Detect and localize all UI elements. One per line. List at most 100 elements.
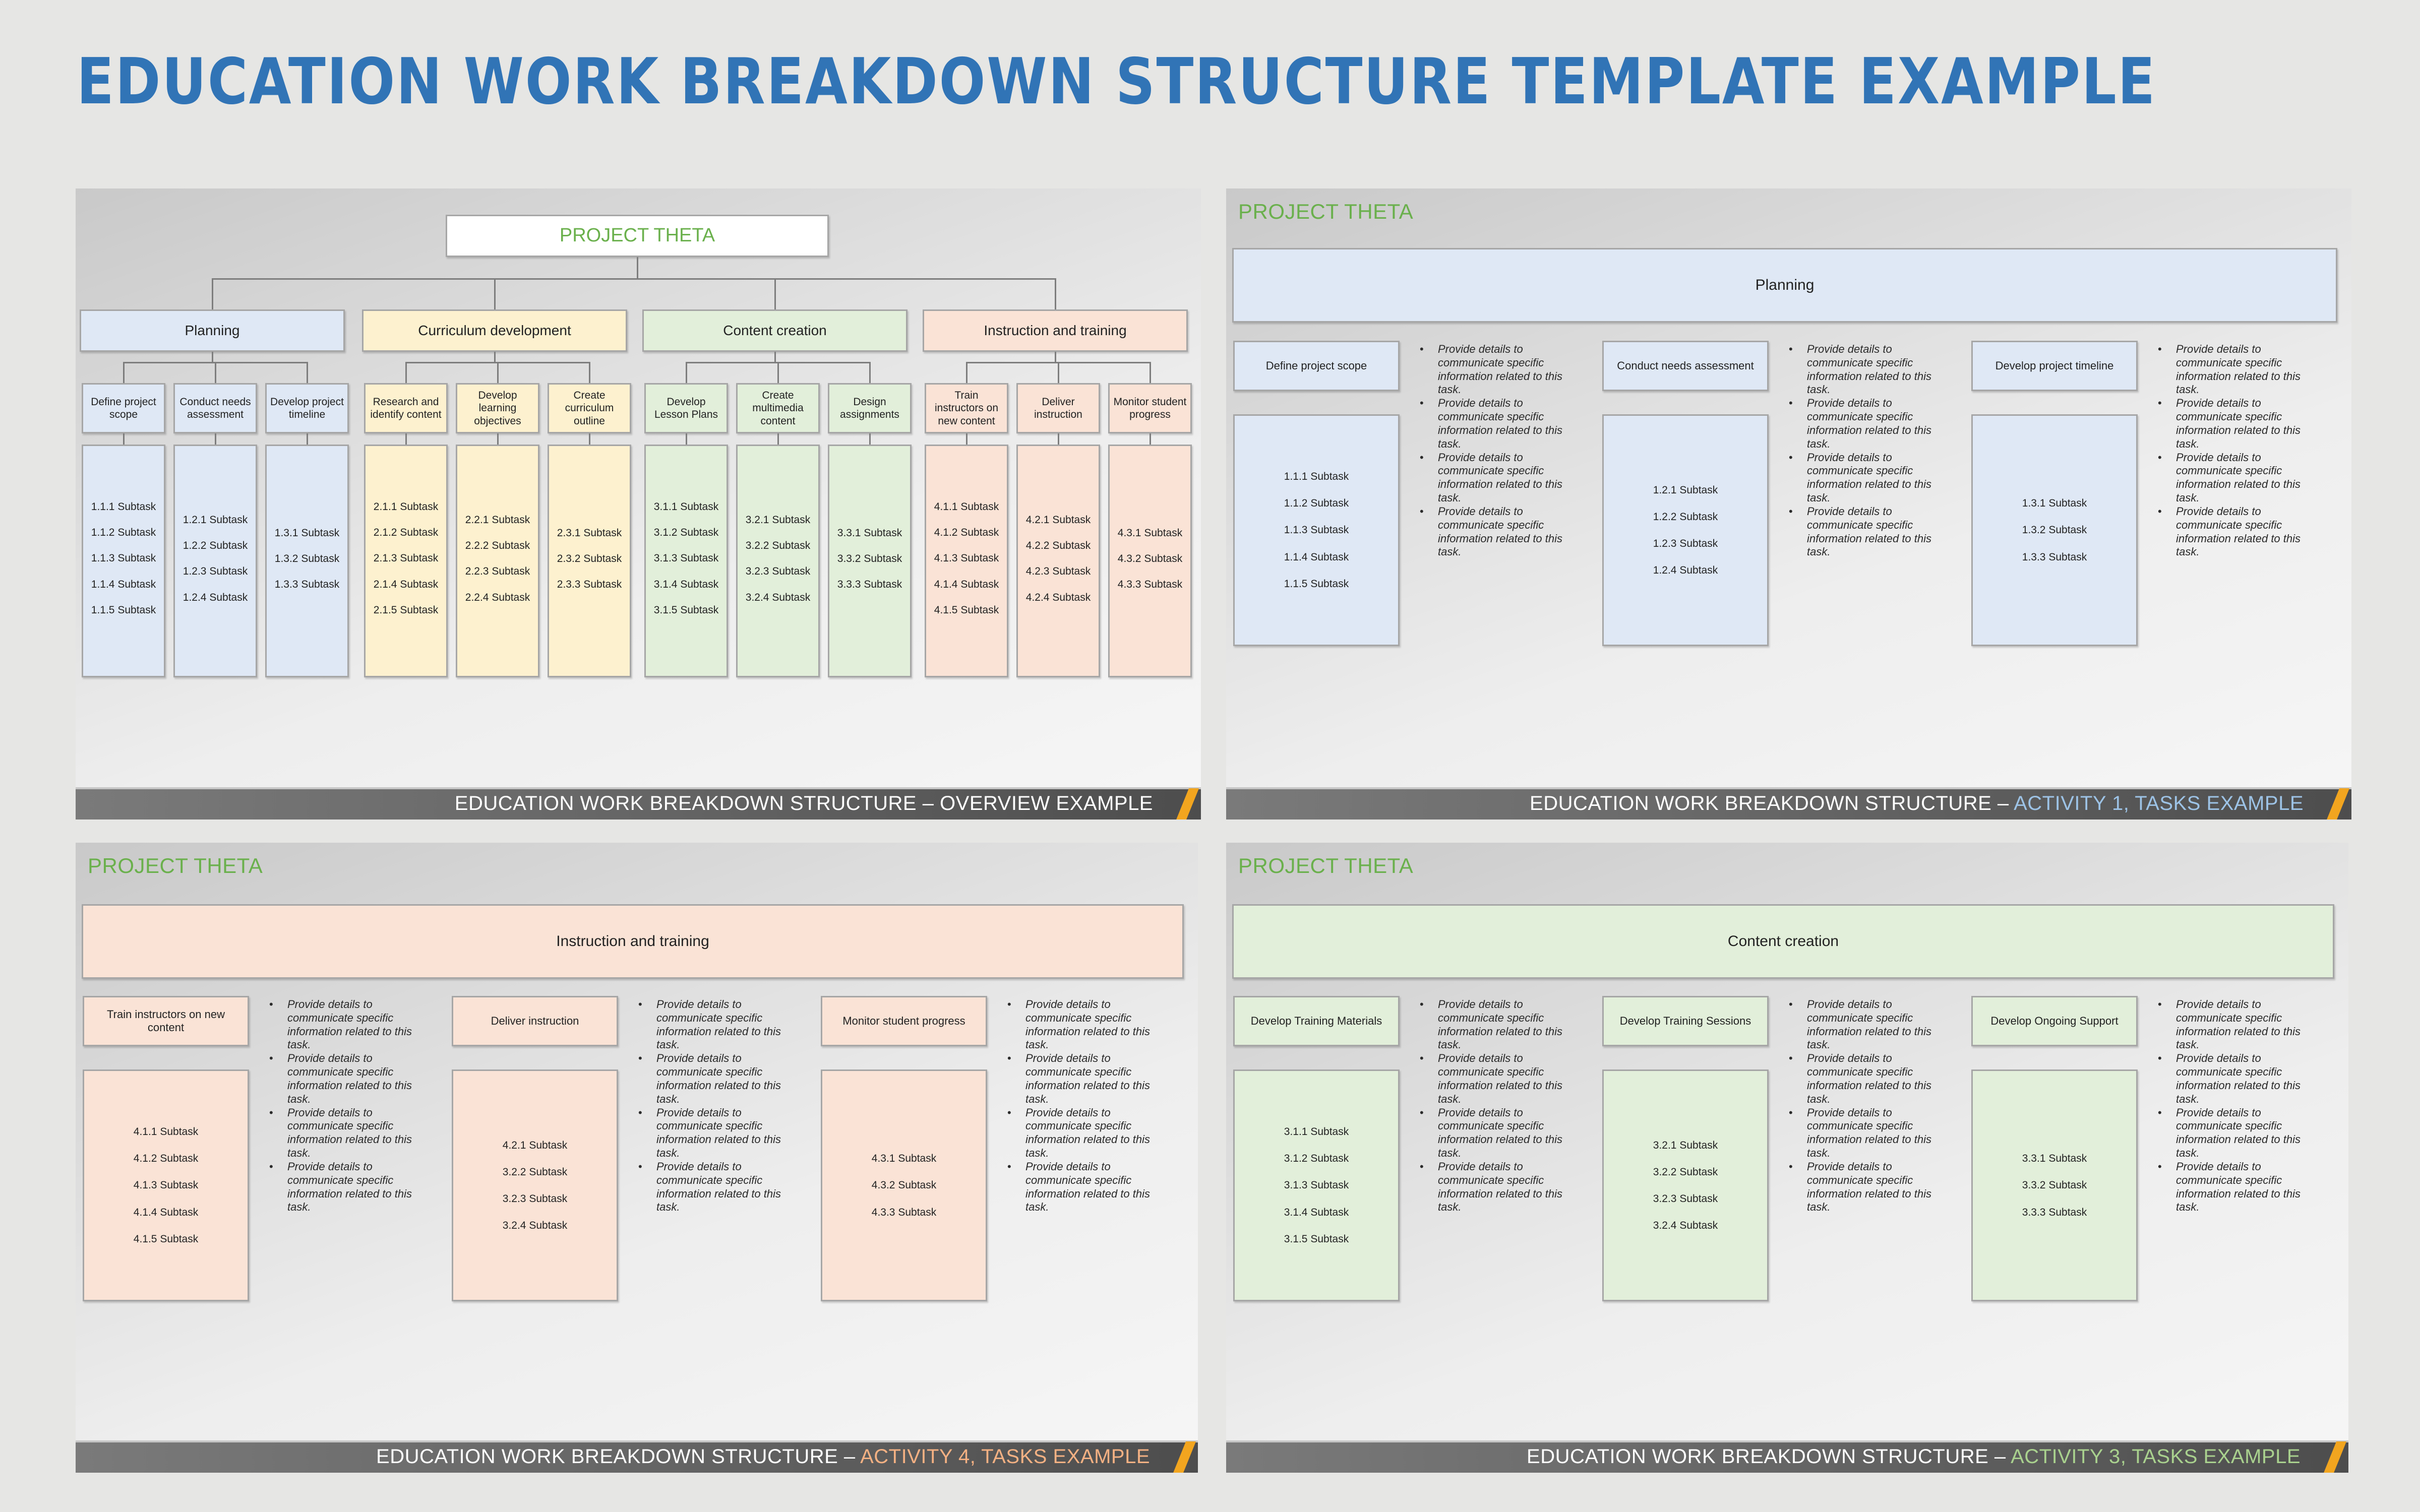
subtask-list: 4.2.1 Subtask 3.2.2 Subtask 3.2.3 Subtask 3… (503, 1139, 567, 1232)
connector-line (1150, 433, 1151, 445)
subtask-list: 3.1.1 Subtask 3.1.2 Subtask 3.1.3 Subtask 3… (654, 500, 718, 616)
note-bullet: Provide details to communicate specific … (1006, 998, 1158, 1052)
subtask-item: 3.1.2 Subtask (653, 527, 719, 539)
note-bullet: Provide details to communicate specific … (1788, 451, 1939, 505)
connector-line (212, 278, 213, 309)
connector-line (777, 433, 779, 445)
footer-prefix: EDUCATION WORK BREAKDOWN STRUCTURE – (1530, 792, 2014, 814)
overview-slide: PROJECT THETA EDUCATION WORK BREAKDOWN S… (76, 188, 1201, 820)
subtask-item: 4.1.1 Subtask (934, 501, 999, 513)
activity-box: Planning (80, 309, 345, 352)
subtask-item: 3.1.4 Subtask (1284, 1206, 1349, 1218)
note-bullet: Provide details to communicate specific … (268, 1052, 419, 1106)
task-box: Design assignments (828, 383, 912, 433)
subtask-item: 4.1.2 Subtask (934, 527, 999, 539)
subtask-item: 1.3.1 Subtask (274, 527, 340, 539)
subtask-box: 1.1.1 Subtask 1.1.2 Subtask 1.1.3 Subtask 1… (1233, 414, 1400, 646)
task-box: Develop project timeline (265, 383, 349, 433)
footer-highlight: ACTIVITY 1, TASKS EXAMPLE (2014, 792, 2304, 814)
subtask-item: 2.2.1 Subtask (465, 514, 530, 526)
connector-line (869, 362, 871, 383)
connector-line (215, 362, 216, 383)
activity-box: Instruction and training (923, 309, 1188, 352)
subtask-item: 2.3.3 Subtask (557, 579, 622, 591)
note-bullet: Provide details to communicate specific … (2157, 505, 2308, 559)
note-bullet: Provide details to communicate specific … (2157, 397, 2308, 451)
note-bullet: Provide details to communicate specific … (2157, 343, 2308, 397)
note-bullet: Provide details to communicate specific … (1419, 343, 1570, 397)
subtask-item: 1.1.2 Subtask (91, 527, 156, 539)
subtask-list: 4.1.1 Subtask 4.1.2 Subtask 4.1.3 Subtask 4… (134, 1125, 198, 1245)
subtask-box: 1.2.1 Subtask 1.2.2 Subtask 1.2.3 Subtask 1… (1602, 414, 1769, 646)
connector-line (774, 278, 776, 309)
connector-line (1055, 352, 1056, 362)
subtask-item: 1.1.1 Subtask (1284, 471, 1349, 483)
connector-line (215, 433, 216, 445)
footer-prefix: EDUCATION WORK BREAKDOWN STRUCTURE – (376, 1445, 861, 1468)
subtask-item: 4.1.5 Subtask (934, 604, 999, 616)
accent-stripe (2322, 1441, 2347, 1473)
subtask-item: 3.3.1 Subtask (2022, 1153, 2087, 1165)
subtask-item: 2.1.3 Subtask (373, 552, 439, 564)
subtask-item: 3.2.2 Subtask (1653, 1166, 1718, 1178)
footer-highlight: ACTIVITY 3, TASKS EXAMPLE (2011, 1445, 2301, 1468)
note-bullet: Provide details to communicate specific … (1788, 1052, 1939, 1106)
subtask-item: 1.1.5 Subtask (91, 604, 156, 616)
note-bullet: Provide details to communicate specific … (1788, 1106, 1939, 1160)
note-bullet: Provide details to communicate specific … (637, 1106, 789, 1160)
project-root-box: PROJECT THETA (446, 215, 829, 257)
subtask-item: 4.2.2 Subtask (1025, 540, 1091, 552)
task-box: Monitor student progress (1108, 383, 1192, 433)
note-bullet: Provide details to communicate specific … (1006, 1160, 1158, 1214)
subtask-list: 1.1.1 Subtask 1.1.2 Subtask 1.1.3 Subtask 1… (91, 500, 156, 616)
activity-4-slide: PROJECT THETA Instruction and training Tra… (76, 843, 1198, 1473)
subtask-item: 1.2.4 Subtask (183, 591, 248, 603)
subtask-item: 3.2.4 Subtask (745, 591, 811, 603)
task-box: Define project scope (82, 383, 165, 433)
subtask-item: 1.2.2 Subtask (1653, 511, 1718, 523)
subtask-item: 3.3.3 Subtask (2022, 1206, 2087, 1218)
subtask-item: 4.1.4 Subtask (133, 1206, 199, 1218)
subtask-box: 4.3.1 Subtask 4.3.2 Subtask 4.3.3 Subtask (821, 1069, 987, 1301)
subtask-item: 1.1.4 Subtask (1284, 551, 1349, 563)
subtask-list: 1.3.1 Subtask 1.3.2 Subtask 1.3.3 Subtask (275, 527, 339, 591)
subtask-list: 4.3.1 Subtask 4.3.2 Subtask 4.3.3 Subtask (1118, 527, 1182, 591)
task-box: Monitor student progress (821, 996, 987, 1046)
footer-title: EDUCATION WORK BREAKDOWN STRUCTURE – ACT… (376, 1445, 1150, 1468)
connector-line (1055, 278, 1056, 309)
subtask-box: 3.3.1 Subtask 3.3.2 Subtask 3.3.3 Subtask (828, 445, 912, 677)
note-bullet: Provide details to communicate specific … (637, 1160, 789, 1214)
task-box: Conduct needs assessment (1602, 341, 1769, 391)
connector-line (1058, 362, 1059, 383)
subtask-item: 1.2.1 Subtask (183, 514, 248, 526)
note-bullet: Provide details to communicate specific … (1788, 1160, 1939, 1214)
subtask-box: 3.1.1 Subtask 3.1.2 Subtask 3.1.3 Subtask 3… (1233, 1069, 1400, 1301)
note-bullet: Provide details to communicate specific … (1788, 397, 1939, 451)
subtask-list: 3.2.1 Subtask 3.2.2 Subtask 3.2.3 Subtask 3… (746, 514, 810, 604)
activity-header-box: Content creation (1232, 904, 2334, 979)
note-bullet: Provide details to communicate specific … (1419, 1052, 1570, 1106)
connector-line (589, 362, 590, 383)
footer-highlight: OVERVIEW EXAMPLE (940, 792, 1153, 814)
connector-line (123, 362, 125, 383)
subtask-item: 1.1.1 Subtask (91, 501, 156, 513)
subtask-item: 1.2.2 Subtask (183, 540, 248, 552)
subtask-item: 4.2.4 Subtask (1025, 591, 1091, 603)
slide-footer: EDUCATION WORK BREAKDOWN STRUCTURE – ACT… (1226, 1440, 2348, 1473)
connector-line (686, 362, 687, 383)
note-bullet: Provide details to communicate specific … (2157, 451, 2308, 505)
subtask-list: 4.3.1 Subtask 4.3.2 Subtask 4.3.3 Subtask (872, 1152, 936, 1219)
subtask-item: 2.2.3 Subtask (465, 565, 530, 578)
accent-stripe (1171, 1441, 1196, 1473)
connector-line (494, 352, 496, 362)
task-notes-list: Provide details to communicate specific … (1788, 343, 1939, 559)
connector-line (637, 257, 638, 278)
subtask-box: 3.2.1 Subtask 3.2.2 Subtask 3.2.3 Subtask 3… (1602, 1069, 1769, 1301)
subtask-item: 1.2.1 Subtask (1653, 484, 1718, 496)
subtask-item: 1.3.1 Subtask (2022, 497, 2087, 510)
subtask-item: 4.2.1 Subtask (502, 1139, 568, 1151)
connector-line (497, 362, 499, 383)
page-title: EDUCATION WORK BREAKDOWN STRUCTURE TEMPL… (77, 44, 2157, 118)
note-bullet: Provide details to communicate specific … (268, 1160, 419, 1214)
subtask-item: 3.1.1 Subtask (653, 501, 719, 513)
